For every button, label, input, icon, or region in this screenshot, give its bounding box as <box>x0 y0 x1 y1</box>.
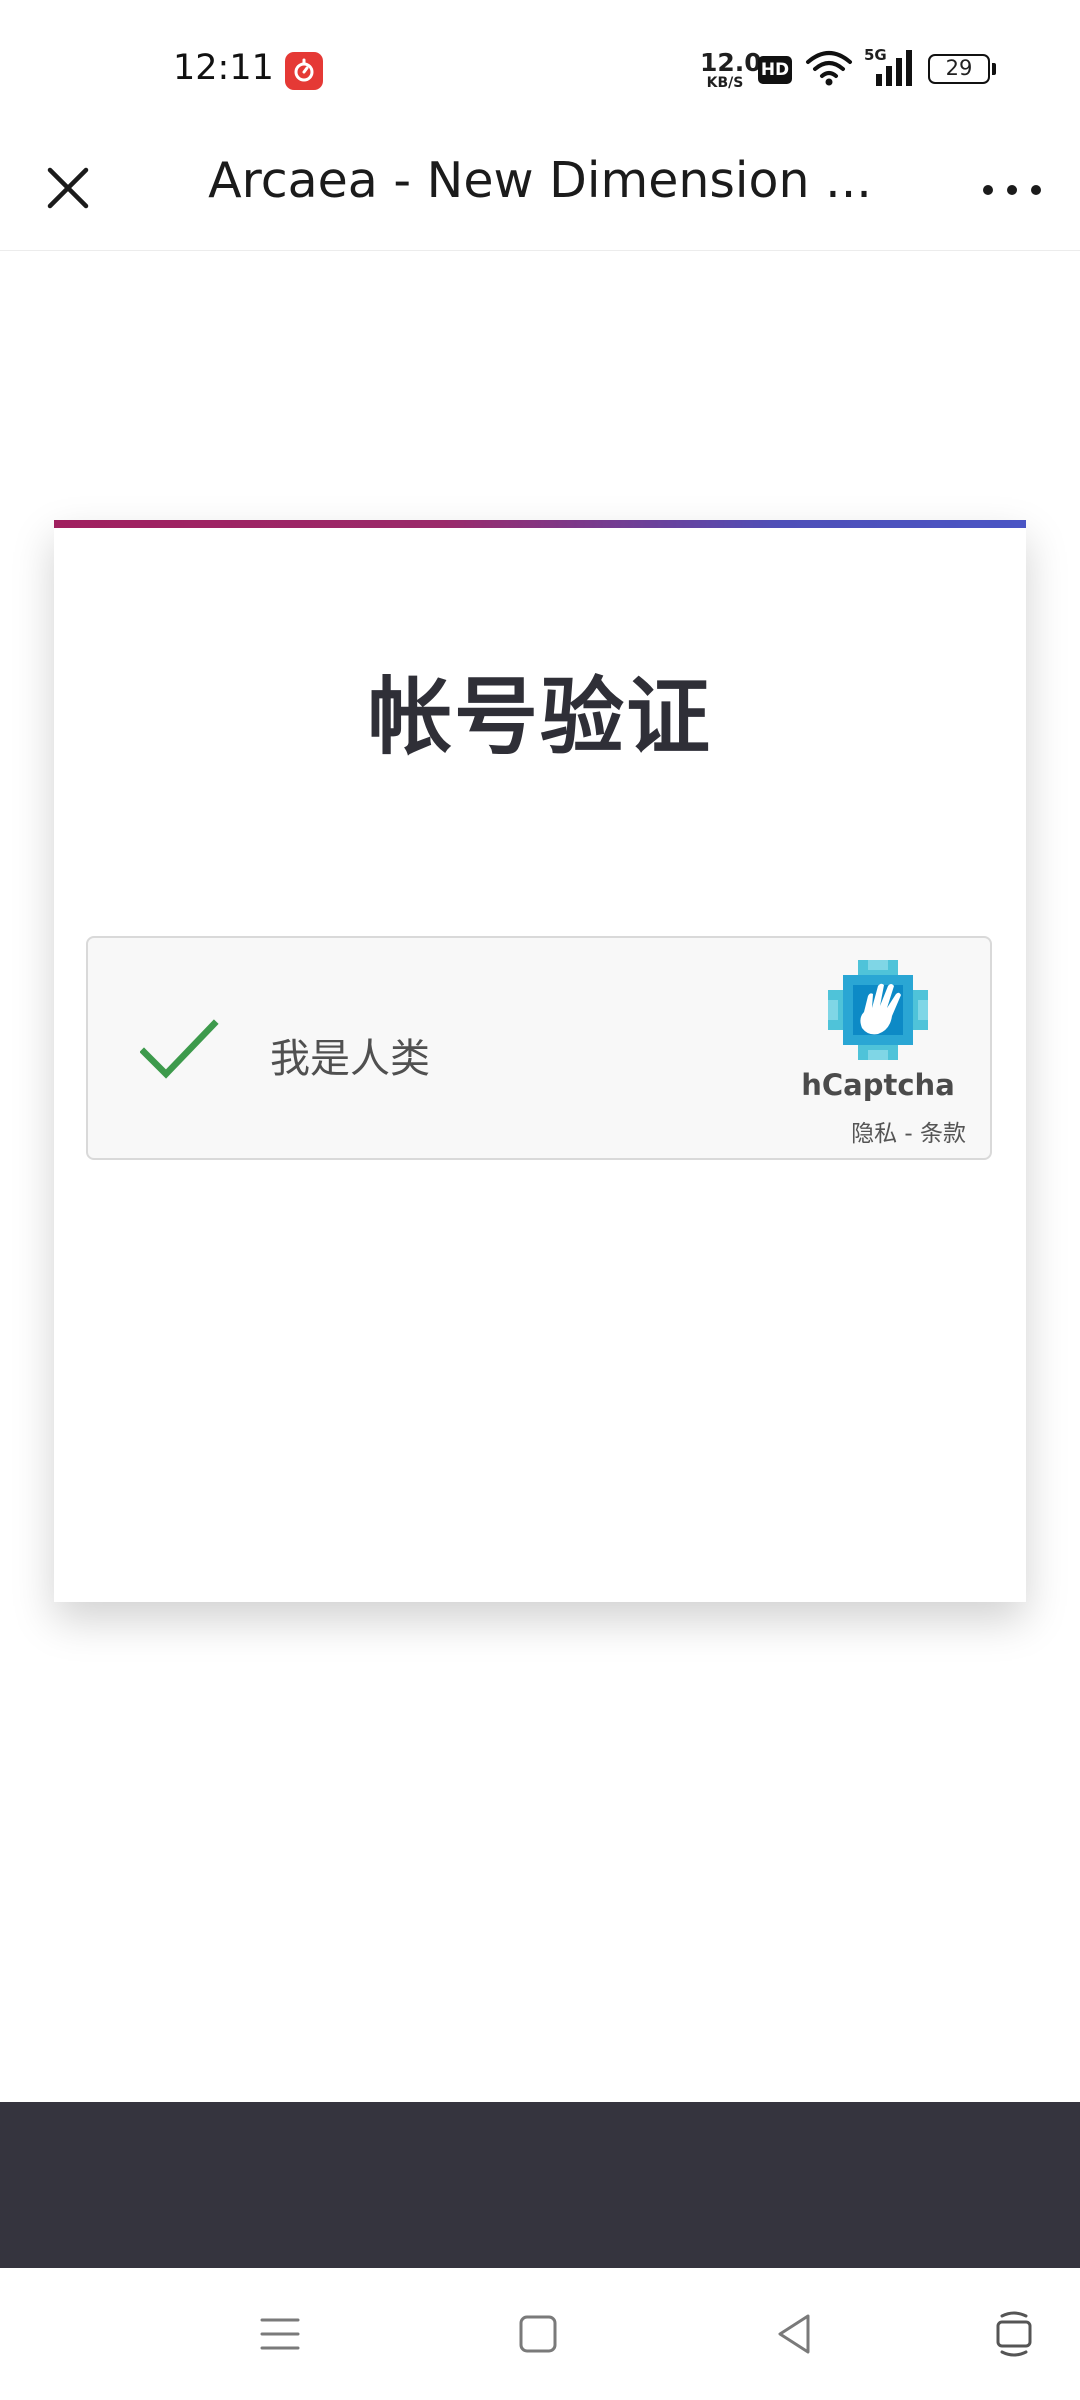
status-bar: 12:11 12.0 KB/S HD 5G 29 <box>0 0 1080 140</box>
hd-badge: HD <box>758 56 792 84</box>
page-footer-band <box>0 2102 1080 2268</box>
privacy-link[interactable]: 隐私 <box>851 1121 897 1147</box>
title-bar: Arcaea - New Dimension ... <box>0 140 1080 251</box>
network-speed-value: 12.0 <box>700 48 762 77</box>
system-nav-bar <box>0 2268 1080 2400</box>
hcaptcha-links: 隐私 - 条款 <box>806 1114 966 1148</box>
network-speed-unit: KB/S <box>706 75 744 91</box>
hcaptcha-brand: hCaptcha <box>801 1068 955 1102</box>
hcaptcha-logo-icon <box>828 960 928 1060</box>
music-app-icon <box>285 52 323 90</box>
more-options-icon[interactable] <box>976 170 1056 210</box>
screen-rotate-icon[interactable] <box>988 2308 1040 2360</box>
terms-link[interactable]: 条款 <box>920 1121 966 1147</box>
status-time: 12:11 <box>173 48 274 88</box>
battery-tip <box>992 63 996 75</box>
back-icon[interactable] <box>770 2308 822 2360</box>
hcaptcha-widget[interactable]: 我是人类 hCaptcha 隐私 - 条款 <box>86 936 992 1160</box>
battery-icon: 29 <box>928 54 990 84</box>
checkmark-icon[interactable] <box>139 1018 220 1086</box>
menu-icon[interactable] <box>254 2308 306 2360</box>
network-speed: 12.0 KB/S <box>700 48 762 91</box>
card-title: 帐号验证 <box>367 668 712 766</box>
close-icon[interactable] <box>40 160 96 216</box>
wifi-icon <box>804 48 854 92</box>
home-icon[interactable] <box>512 2308 564 2360</box>
verification-card: 帐号验证 我是人类 hCaptcha 隐私 - 条款 <box>54 520 1026 1602</box>
link-separator: - <box>897 1121 920 1147</box>
card-accent-bar <box>54 520 1026 528</box>
captcha-label: 我是人类 <box>270 1036 430 1082</box>
signal-icon <box>862 48 914 92</box>
page-title: Arcaea - New Dimension ... <box>208 152 872 209</box>
